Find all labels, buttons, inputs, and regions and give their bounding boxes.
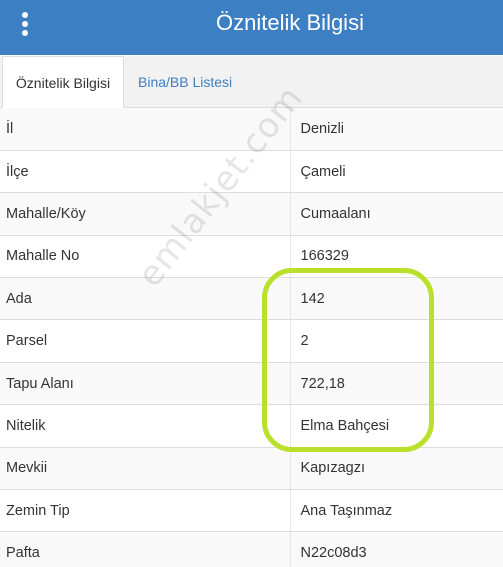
attribute-key: Mevkii (0, 447, 291, 491)
menu-dot (22, 30, 28, 36)
tab-bar: Öznitelik Bilgisi Bina/BB Listesi (0, 56, 503, 108)
table-row: Mahalle No 166329 (0, 235, 503, 279)
table-row: Pafta N22c08d3 (0, 531, 503, 567)
attribute-value: 2 (290, 319, 503, 363)
table-row: Zemin Tip Ana Taşınmaz (0, 489, 503, 533)
table-row: İlçe Çameli (0, 150, 503, 194)
attribute-key: Tapu Alanı (0, 362, 291, 406)
kebab-menu-icon[interactable] (14, 10, 36, 38)
menu-dot (22, 21, 28, 27)
attribute-value: Kapızagzı (290, 447, 503, 491)
table-row: Ada 142 (0, 277, 503, 321)
attribute-key: Ada (0, 277, 291, 321)
attribute-value: 722,18 (290, 362, 503, 406)
attribute-key: Mahalle/Köy (0, 192, 291, 236)
menu-dot (22, 12, 28, 18)
attribute-value: 142 (290, 277, 503, 321)
attribute-value: N22c08d3 (290, 531, 503, 567)
table-row: Nitelik Elma Bahçesi (0, 404, 503, 448)
attribute-key: Nitelik (0, 404, 291, 448)
attribute-value: Denizli (290, 108, 503, 151)
app-bar: Öznitelik Bilgisi (0, 0, 503, 55)
table-row: Parsel 2 (0, 319, 503, 363)
attribute-value: 166329 (290, 235, 503, 279)
attribute-key: Parsel (0, 319, 291, 363)
attribute-key: Mahalle No (0, 235, 291, 279)
page-title: Öznitelik Bilgisi (216, 10, 364, 35)
table-row: İl Denizli (0, 108, 503, 151)
attribute-value: Ana Taşınmaz (290, 489, 503, 533)
table-row: Mevkii Kapızagzı (0, 447, 503, 491)
attribute-value: Cumaalanı (290, 192, 503, 236)
tab-building-list[interactable]: Bina/BB Listesi (126, 56, 244, 108)
attribute-value: Elma Bahçesi (290, 404, 503, 448)
attribute-table: İl Denizli İlçe Çameli Mahalle/Köy Cumaa… (0, 108, 503, 567)
attribute-value: Çameli (290, 150, 503, 194)
attribute-key: İlçe (0, 150, 291, 194)
attribute-key: İl (0, 108, 291, 151)
table-row: Tapu Alanı 722,18 (0, 362, 503, 406)
attribute-key: Zemin Tip (0, 489, 291, 533)
table-row: Mahalle/Köy Cumaalanı (0, 192, 503, 236)
attribute-key: Pafta (0, 531, 291, 567)
tab-attribute-info[interactable]: Öznitelik Bilgisi (2, 56, 124, 108)
